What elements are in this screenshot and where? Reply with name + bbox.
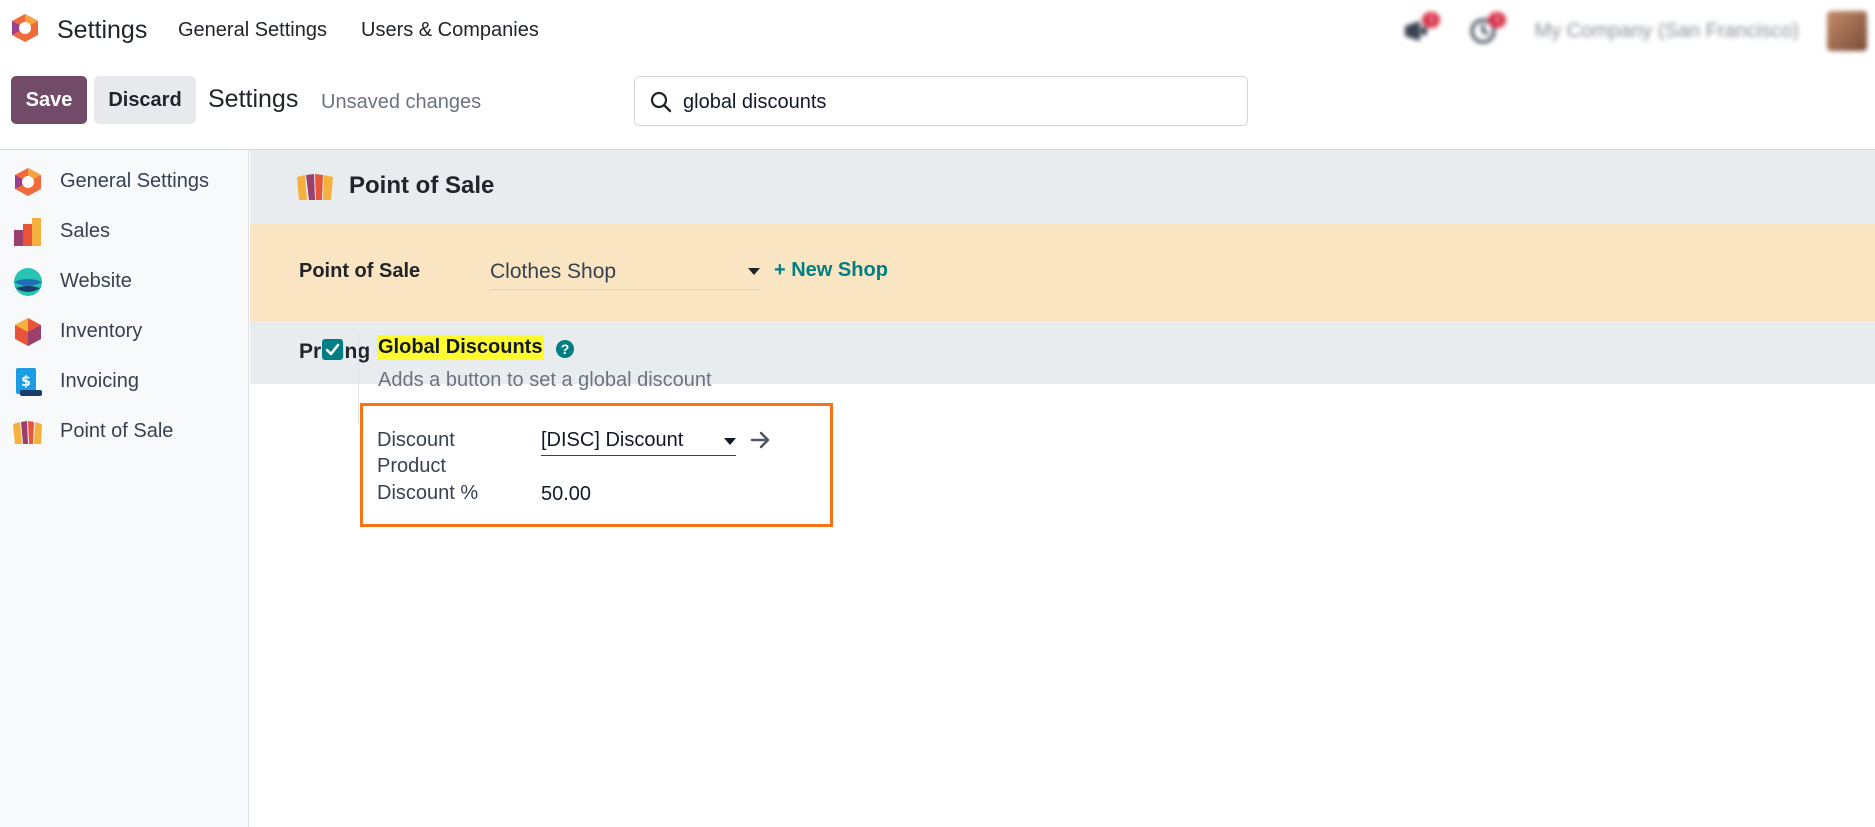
- sidebar-item-point-of-sale[interactable]: Point of Sale: [0, 406, 249, 456]
- settings-app-icon[interactable]: [10, 13, 40, 43]
- search-box[interactable]: [634, 76, 1248, 126]
- settings-app-icon: [15, 168, 41, 196]
- sidebar-item-label: Sales: [60, 220, 111, 242]
- setting-title: Global Discounts: [377, 335, 545, 360]
- sidebar-item-website[interactable]: Website: [0, 256, 249, 306]
- activities-icon[interactable]: 1: [1468, 12, 1507, 46]
- help-icon[interactable]: ?: [556, 340, 574, 358]
- global-discounts-checkbox[interactable]: [322, 339, 343, 360]
- messages-badge: 1: [1422, 12, 1441, 28]
- save-button[interactable]: Save: [11, 76, 87, 124]
- check-icon: [325, 343, 340, 356]
- sidebar-item-sales[interactable]: Sales: [0, 206, 249, 256]
- chevron-down-icon: [724, 438, 736, 445]
- sidebar-item-label: Point of Sale: [60, 420, 174, 442]
- inventory-app-icon: [15, 318, 41, 346]
- discount-percent-label: Discount %: [377, 482, 479, 504]
- menu-users-companies[interactable]: Users & Companies: [361, 19, 539, 42]
- sidebar-item-invoicing[interactable]: $ Invoicing: [0, 356, 249, 406]
- top-navbar: Settings General Settings Users & Compan…: [0, 0, 1875, 62]
- discount-product-value: [DISC] Discount: [541, 429, 684, 451]
- sidebar-item-general-settings[interactable]: General Settings: [0, 156, 249, 206]
- setting-divider: [358, 334, 359, 424]
- discard-button[interactable]: Discard: [94, 76, 196, 124]
- systray: 1 1 My Company (San Francisco): [1402, 8, 1875, 54]
- svg-text:$: $: [21, 374, 31, 390]
- invoicing-app-icon: $: [16, 368, 42, 396]
- control-panel: Save Discard Settings Unsaved changes: [0, 62, 1875, 150]
- sidebar-item-label: Inventory: [60, 320, 143, 342]
- settings-sidebar: General Settings Sales Website Inventory…: [0, 150, 249, 827]
- messages-icon[interactable]: 1: [1402, 12, 1441, 46]
- menu-general-settings[interactable]: General Settings: [178, 19, 327, 42]
- setting-description: Adds a button to set a global discount: [378, 369, 712, 391]
- arrow-right-icon[interactable]: [750, 430, 772, 450]
- point-of-sale-app-icon: [13, 421, 42, 444]
- activities-badge: 1: [1488, 12, 1507, 28]
- sidebar-item-label: Invoicing: [60, 370, 139, 392]
- user-avatar[interactable]: [1827, 11, 1867, 51]
- settings-content: Point of Sale Point of Sale Clothes Shop…: [250, 150, 1875, 827]
- sidebar-item-label: General Settings: [60, 170, 209, 192]
- discount-product-label-2: Product: [377, 455, 446, 477]
- discount-product-label: Discount: [377, 429, 455, 451]
- global-discounts-setting: Global Discounts ? Adds a button to set …: [250, 150, 1875, 593]
- discount-product-select[interactable]: [DISC] Discount: [541, 426, 736, 456]
- company-switcher[interactable]: My Company (San Francisco): [1534, 20, 1799, 43]
- search-icon: [650, 91, 672, 113]
- sidebar-item-label: Website: [60, 270, 132, 292]
- app-name[interactable]: Settings: [57, 16, 147, 45]
- sidebar-item-inventory[interactable]: Inventory: [0, 306, 249, 356]
- breadcrumb: Settings: [208, 85, 299, 113]
- website-app-icon: [14, 268, 42, 296]
- search-input[interactable]: [683, 87, 1223, 117]
- discount-percent-input[interactable]: 50.00: [541, 483, 591, 506]
- sales-app-icon: [14, 218, 41, 246]
- unsaved-status: Unsaved changes: [321, 91, 482, 113]
